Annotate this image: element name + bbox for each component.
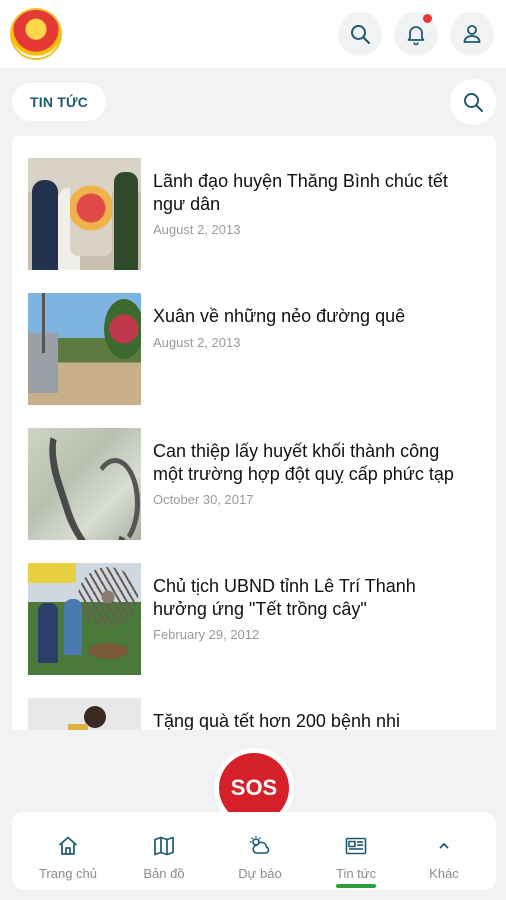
chevron-up-icon	[439, 842, 449, 849]
news-title: Chủ tịch UBND tỉnh Lê Trí Thanh hưởng ứn…	[153, 576, 416, 619]
news-date: August 2, 2013	[153, 222, 241, 237]
news-item[interactable]: Can thiệp lấy huyết khối thành công một …	[28, 428, 478, 540]
newspaper-icon	[345, 837, 367, 855]
news-date: August 2, 2013	[153, 334, 241, 350]
news-thumbnail	[28, 563, 141, 675]
nav-item-forecast[interactable]: Dự báo	[212, 812, 308, 890]
news-title: Lãnh đạo huyện Thăng Bình chúc tết ngư d…	[153, 171, 448, 214]
profile-button[interactable]	[450, 12, 494, 56]
search-icon	[464, 93, 483, 112]
news-date: February 29, 2012	[153, 627, 260, 642]
home-icon	[58, 836, 78, 855]
news-list: Lãnh đạo huyện Thăng Bình chúc tết ngư d…	[12, 136, 496, 730]
news-title: Can thiệp lấy huyết khối thành công một …	[153, 441, 454, 484]
weather-icon	[250, 836, 270, 854]
news-item[interactable]: Lãnh đạo huyện Thăng Bình chúc tết ngư d…	[28, 158, 478, 270]
news-title: Tặng quà tết hơn 200 bệnh nhi	[153, 711, 400, 730]
search-icon	[351, 25, 370, 44]
notification-dot	[423, 14, 432, 23]
nav-item-map[interactable]: Bản đồ	[116, 812, 212, 890]
bottom-navigation: Trang chủ Bản đồ Dự báo Tin tức Khác	[12, 812, 496, 890]
news-date: October 30, 2017	[153, 492, 254, 507]
user-icon	[463, 25, 481, 43]
news-item[interactable]: Tặng quà tết hơn 200 bệnh nhi	[28, 698, 478, 730]
nav-item-more[interactable]: Khác	[396, 812, 492, 890]
news-thumbnail	[28, 158, 141, 270]
news-item[interactable]: Chủ tịch UBND tỉnh Lê Trí Thanh hưởng ứn…	[28, 563, 478, 675]
active-tab-indicator	[336, 884, 376, 888]
nav-label: Tin tức	[335, 866, 376, 881]
star-icon: ★	[29, 21, 43, 38]
nav-item-news[interactable]: Tin tức	[308, 812, 404, 890]
news-title: Xuân về những nẻo đường quê	[153, 306, 406, 326]
top-bar: ★	[0, 0, 506, 68]
nav-item-home[interactable]: Trang chủ	[20, 812, 116, 890]
news-thumbnail	[28, 698, 141, 730]
header-search-button[interactable]	[338, 12, 382, 56]
news-thumbnail	[28, 428, 141, 540]
nav-label: Khác	[429, 866, 459, 881]
news-search-button[interactable]	[450, 79, 496, 125]
news-thumbnail	[28, 293, 141, 405]
nav-label: Bản đồ	[143, 866, 185, 881]
nav-label: Dự báo	[238, 866, 282, 881]
map-icon	[154, 836, 174, 856]
notifications-button[interactable]	[394, 12, 438, 56]
bell-icon	[407, 26, 425, 46]
category-chip-news[interactable]: TIN TỨC	[12, 83, 107, 121]
app-logo[interactable]: ★	[10, 8, 62, 60]
news-item[interactable]: Xuân về những nẻo đường quê August 2, 20…	[28, 293, 478, 405]
nav-label: Trang chủ	[38, 866, 98, 881]
